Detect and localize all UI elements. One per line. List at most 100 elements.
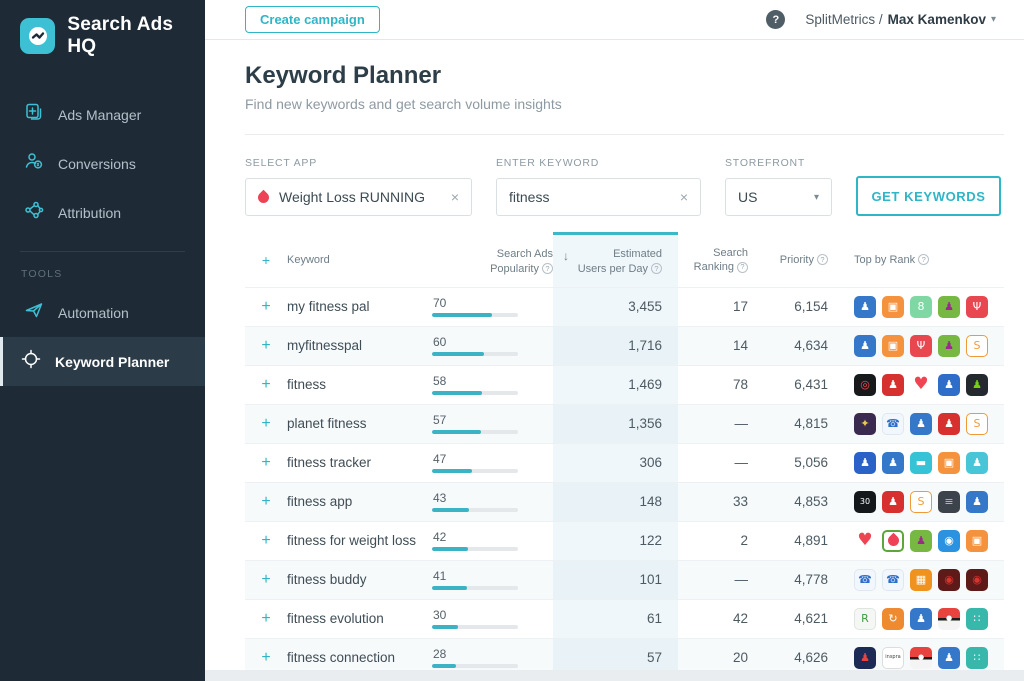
app-icon: ▣ [938,452,960,474]
add-keyword-button[interactable]: + [261,571,270,589]
add-cell: + [245,376,287,394]
sidebar-item-label: Keyword Planner [55,354,169,370]
app-icon: ♟ [938,647,960,669]
storefront-value: US [738,189,757,205]
add-keyword-button[interactable]: + [261,298,270,316]
page-subtitle: Find new keywords and get search volume … [245,96,1004,112]
app-icon: ♟ [854,452,876,474]
sidebar-item-attribution[interactable]: Attribution [0,188,205,237]
app-icon: ♟ [938,413,960,435]
app-icon: ♟ [938,335,960,357]
clear-app-icon[interactable]: × [451,189,459,205]
content-panel: Keyword Planner Find new keywords and ge… [205,40,1024,670]
app-icon: ● [910,647,932,669]
priority-cell: 4,853 [754,494,828,509]
add-all-button[interactable]: + [262,252,270,268]
add-keyword-button[interactable]: + [261,532,270,550]
app-icon: ♟ [938,374,960,396]
add-cell: + [245,571,287,589]
app-icon: ☎ [882,569,904,591]
table-row: +my fitness pal703,455176,154♟▣8♟Ψ [245,287,1004,326]
popularity-bar-fill [432,508,469,512]
app-icon: ▣ [882,335,904,357]
add-keyword-button[interactable]: + [261,415,270,433]
help-icon[interactable]: ? [766,10,785,29]
keyword-text: fitness [287,377,326,392]
popularity-cell: 42 [432,530,553,551]
brand: Search Ads HQ [0,0,205,72]
col-priority[interactable]: Priority? [754,232,828,287]
search-ranking-cell: 20 [678,650,754,665]
add-keyword-button[interactable]: + [261,493,270,511]
app-icon: S [966,413,988,435]
popularity-bar [432,313,518,317]
table-row: +fitness app43148334,85330♟S≡♟ [245,482,1004,521]
app-icon: ♥ [910,374,932,396]
add-cell: + [245,337,287,355]
popularity-cell: 58 [432,374,553,395]
table-row: +fitness buddy41101—4,778☎☎▦◉◉ [245,560,1004,599]
popularity-value: 47 [433,452,446,466]
add-keyword-button[interactable]: + [261,337,270,355]
app-icon: ↻ [882,608,904,630]
add-keyword-button[interactable]: + [261,454,270,472]
get-keywords-button[interactable]: GET KEYWORDS [856,176,1001,216]
users-per-day-cell: 61 [553,600,678,638]
sidebar-item-conversions[interactable]: Conversions [0,139,205,188]
priority-cell: 6,154 [754,299,828,314]
user-name: Max Kamenkov [888,12,986,27]
sidebar-item-label: Conversions [58,156,136,172]
add-cell: + [245,610,287,628]
col-top-by-rank[interactable]: Top by Rank? [828,232,1004,287]
app-icon: ▣ [882,296,904,318]
sort-desc-icon: ↓ [563,249,569,263]
users-per-day-cell: 101 [553,561,678,599]
col-keyword[interactable]: Keyword [287,232,432,287]
app-icon: ♟ [854,335,876,357]
keyword-text: myfitnesspal [287,338,362,353]
add-cell: + [245,532,287,550]
automation-icon [24,300,44,325]
sidebar-nav: Ads Manager Conversions Attribution TOOL… [0,90,205,386]
info-icon: ? [817,254,828,265]
sidebar-item-ads-manager[interactable]: Ads Manager [0,90,205,139]
col-users-sorted[interactable]: ↓ Estimated Users per Day? [553,232,678,287]
table-header: + Keyword Search Ads Popularity? ↓ Estim… [245,232,1004,287]
app-icon: inspra [882,647,904,669]
add-cell: + [245,649,287,667]
create-campaign-button[interactable]: Create campaign [245,6,380,33]
app-select-input[interactable]: Weight Loss RUNNING × [245,178,472,216]
popularity-value: 58 [433,374,446,388]
app-icon: 30 [854,491,876,513]
app-icon: ♟ [910,530,932,552]
keyword-input[interactable]: fitness × [496,178,701,216]
table-row: +fitness connection2857204,626♟inspra●♟∷ [245,638,1004,670]
keyword-cell: fitness tracker [287,455,432,470]
popularity-value: 41 [433,569,446,583]
top-by-rank-cell: ✦☎♟♟S [828,413,1004,435]
col-ranking[interactable]: Search Ranking? [678,232,754,287]
popularity-value: 57 [433,413,446,427]
popularity-cell: 70 [432,296,553,317]
table-row: +planet fitness571,356—4,815✦☎♟♟S [245,404,1004,443]
add-keyword-button[interactable]: + [261,376,270,394]
search-ranking-cell: 42 [678,611,754,626]
enter-keyword-label: ENTER KEYWORD [496,157,701,169]
popularity-cell: 47 [432,452,553,473]
sidebar-item-keyword-planner[interactable]: Keyword Planner [0,337,205,386]
clear-keyword-icon[interactable]: × [680,189,688,205]
add-keyword-button[interactable]: + [261,649,270,667]
info-icon: ? [651,263,662,274]
account-menu[interactable]: SplitMetrics / Max Kamenkov ▾ [805,12,996,27]
popularity-value: 30 [433,608,446,622]
add-keyword-button[interactable]: + [261,610,270,628]
keyword-cell: my fitness pal [287,299,432,314]
keyword-text: my fitness pal [287,299,370,314]
storefront-select[interactable]: US ▾ [725,178,832,216]
top-by-rank-cell: 30♟S≡♟ [828,491,1004,513]
popularity-bar-fill [432,547,468,551]
keyword-text: fitness app [287,494,352,509]
col-popularity[interactable]: Search Ads Popularity? [432,232,553,287]
priority-cell: 4,778 [754,572,828,587]
sidebar-item-automation[interactable]: Automation [0,288,205,337]
